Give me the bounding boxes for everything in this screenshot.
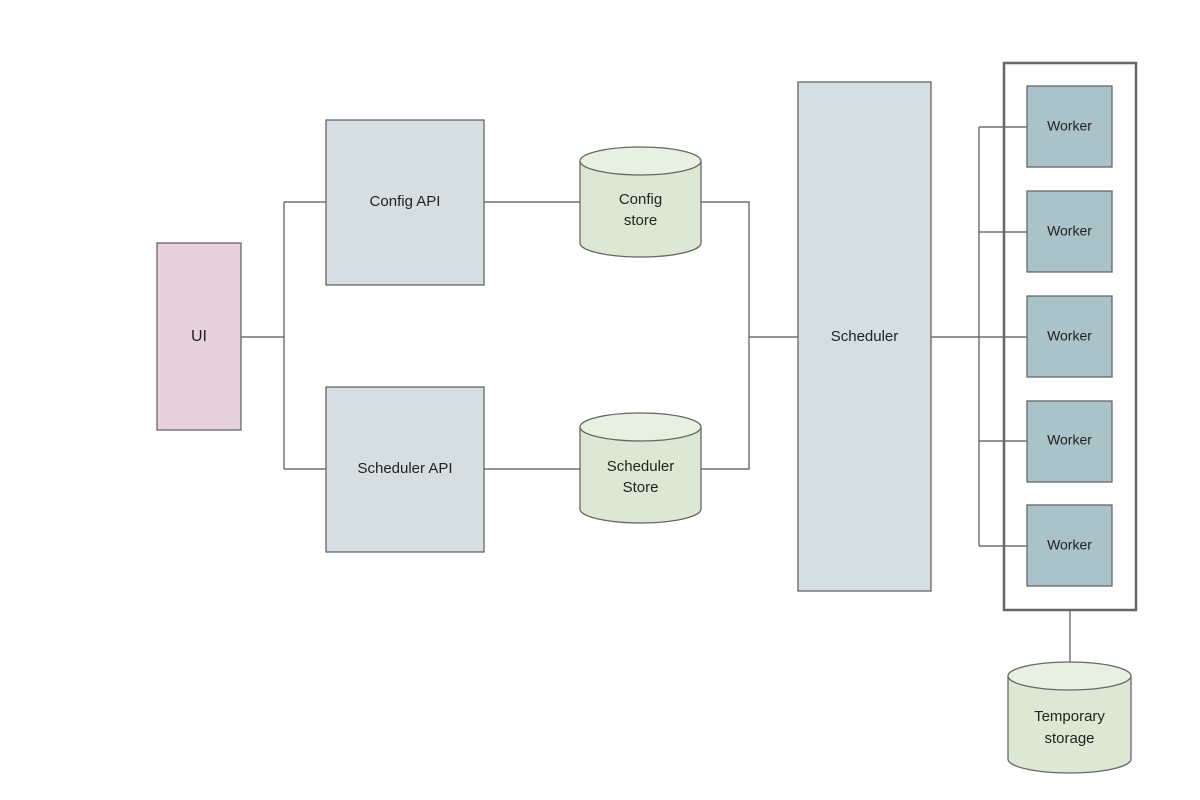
scheduler-api-node: Scheduler API (325, 386, 485, 553)
scheduler-api-label: Scheduler API (357, 460, 452, 477)
scheduler-store-node: Scheduler Store (579, 412, 702, 524)
scheduler-store-label-line2: Store (623, 479, 659, 496)
worker-node: Worker (1026, 295, 1113, 378)
scheduler-node: Scheduler (797, 81, 932, 592)
config-api-node: Config API (325, 119, 485, 286)
worker-label: Worker (1047, 118, 1092, 134)
worker-label: Worker (1047, 328, 1092, 344)
worker-label: Worker (1047, 432, 1092, 448)
connector-stores-scheduler (701, 201, 798, 470)
ui-node: UI (156, 242, 242, 431)
connector-ui-apis (241, 201, 326, 470)
temporary-storage-label-line2: storage (1044, 730, 1094, 747)
connector-scheduler-workers (931, 126, 1027, 547)
worker-node: Worker (1026, 190, 1113, 273)
worker-node: Worker (1026, 504, 1113, 587)
temporary-storage-label-line1: Temporary (1034, 708, 1105, 725)
ui-label: UI (191, 328, 207, 345)
worker-label: Worker (1047, 223, 1092, 239)
scheduler-store-label-line1: Scheduler (607, 458, 675, 475)
config-store-node: Config store (579, 146, 702, 258)
config-store-label-line2: store (624, 212, 657, 229)
worker-node: Worker (1026, 400, 1113, 483)
temporary-storage-node: Temporary storage (1007, 661, 1132, 774)
worker-label: Worker (1047, 537, 1092, 553)
scheduler-label: Scheduler (831, 328, 899, 345)
config-store-label-line1: Config (619, 191, 662, 208)
worker-node: Worker (1026, 85, 1113, 168)
config-api-label: Config API (370, 193, 441, 210)
architecture-diagram: UI Config API Scheduler API Config store… (156, 61, 1138, 774)
